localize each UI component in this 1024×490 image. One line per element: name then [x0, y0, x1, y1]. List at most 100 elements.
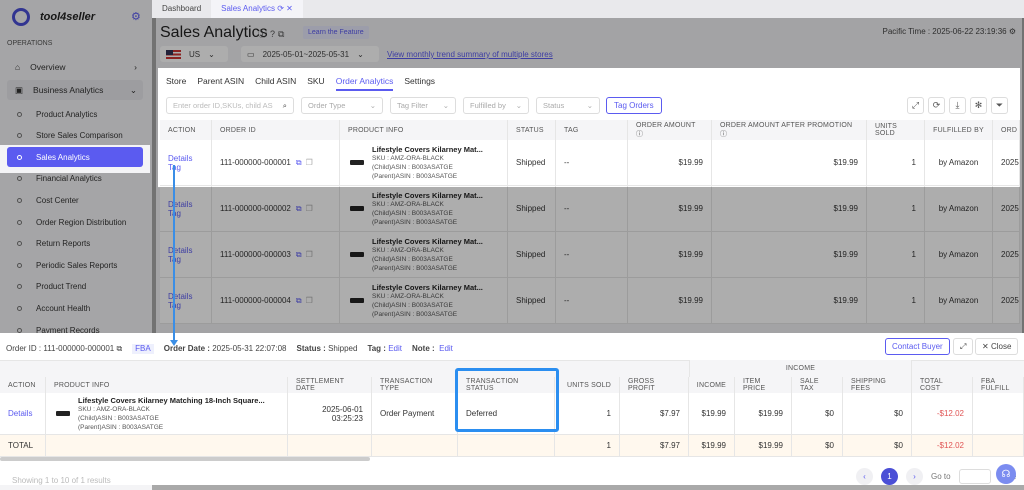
- cell-cost: -$12.02: [936, 409, 964, 418]
- subtab-parent-asin[interactable]: Parent ASIN: [197, 76, 244, 91]
- label: Tag :: [367, 344, 386, 353]
- order-id: 111-000000-000001: [220, 158, 291, 167]
- table-cell: $0: [843, 393, 912, 435]
- overlay: [1020, 68, 1024, 187]
- status: Shipped: [516, 158, 546, 167]
- cell-tax: $0: [825, 409, 834, 418]
- filter-icon[interactable]: ⏷: [991, 97, 1008, 114]
- chevron-down-icon: ⌄: [586, 101, 593, 110]
- order-date: 2025: [1001, 158, 1019, 167]
- external-link-icon[interactable]: ⧉: [296, 158, 302, 168]
- total-ship: $0: [894, 441, 903, 450]
- expand-icon[interactable]: ⤢: [907, 97, 924, 114]
- sidebar-item-sales-analytics[interactable]: Sales Analytics: [7, 147, 143, 168]
- total-gross: $7.97: [659, 441, 680, 450]
- product-title: Lifestyle Covers Kilarney Mat...: [372, 144, 483, 154]
- total-price: $19.99: [758, 441, 783, 450]
- settlement-time: 03:25:23: [331, 413, 363, 423]
- table-cell: by Amazon: [925, 140, 993, 186]
- status-select[interactable]: Status ⌄: [536, 97, 600, 114]
- column-header: ACTION: [160, 120, 212, 140]
- page-1[interactable]: 1: [881, 468, 898, 485]
- label: Status :: [296, 344, 326, 353]
- label: Sales Analytics: [36, 152, 90, 162]
- chevron-down-icon: ⌄: [369, 101, 376, 110]
- column-header: SETTLEMENT DATE: [288, 377, 372, 393]
- expand-icon[interactable]: ⤢: [953, 338, 974, 355]
- tag-filter-select[interactable]: Tag Filter ⌄: [390, 97, 456, 114]
- product-info: Lifestyle Covers Kilarney Matching 18-In…: [54, 396, 265, 432]
- column-header: SALE TAX: [792, 377, 843, 393]
- table-cell: 2025-06-01 03:25:23: [288, 393, 372, 435]
- copy-icon[interactable]: ❐: [306, 158, 313, 167]
- units-sold: 1: [911, 158, 916, 167]
- subtab-settings[interactable]: Settings: [404, 76, 435, 91]
- details-link[interactable]: Details: [8, 409, 32, 418]
- table-cell: $0: [843, 435, 912, 457]
- table-cell: DetailsTag: [160, 140, 212, 186]
- table-cell: $0: [792, 393, 843, 435]
- table-cell: [372, 435, 458, 457]
- prev-page-icon[interactable]: ‹: [856, 468, 873, 485]
- table-cell: [46, 435, 288, 457]
- value: 2025-05-31 22:07:08: [212, 344, 287, 353]
- next-page-icon[interactable]: ›: [906, 468, 923, 485]
- tag-orders-button[interactable]: Tag Orders: [606, 97, 662, 114]
- subtab-sku[interactable]: SKU: [307, 76, 324, 91]
- product-info: Lifestyle Covers Kilarney Mat... SKU : AM…: [348, 145, 483, 181]
- table-cell: [973, 393, 1024, 435]
- close-button[interactable]: ✕ Close: [975, 338, 1019, 355]
- refresh-icon[interactable]: ⟳: [277, 4, 284, 13]
- transaction-type: Order Payment: [380, 409, 435, 418]
- order-type-select[interactable]: Order Type ⌄: [301, 97, 383, 114]
- close-icon[interactable]: ✕: [286, 4, 293, 13]
- label: Status: [543, 101, 565, 110]
- column-header: ORDER ID: [212, 120, 340, 140]
- sku: SKU : AMZ-ORA-BLACK: [78, 405, 150, 413]
- chevron-down-icon: ⌄: [515, 101, 522, 110]
- download-icon[interactable]: ⤓: [949, 97, 966, 114]
- tag: --: [564, 158, 570, 167]
- table-cell: $19.99: [689, 393, 735, 435]
- close-icon: ✕: [982, 342, 989, 351]
- column-header: ORD: [993, 120, 1020, 140]
- table-cell: 1: [867, 140, 925, 186]
- subtab-child-asin[interactable]: Child ASIN: [255, 76, 296, 91]
- tab-dashboard[interactable]: Dashboard: [152, 0, 211, 18]
- goto-page-input[interactable]: [958, 469, 991, 484]
- chevron-down-icon: ⌄: [442, 101, 449, 110]
- tab-label: Sales Analytics: [221, 4, 275, 13]
- product-image: [348, 153, 366, 172]
- overlay: [152, 68, 158, 187]
- tab-sales-analytics[interactable]: Sales Analytics ⟳ ✕: [211, 0, 303, 18]
- annotation-arrow: [170, 165, 178, 346]
- column-header: FULFILLED BY: [925, 120, 993, 140]
- subtab-store[interactable]: Store: [166, 76, 186, 91]
- status: Status : Shipped: [297, 344, 358, 354]
- order-date: Order Date : 2025-05-31 22:07:08: [164, 344, 287, 354]
- column-header: STATUS: [508, 120, 556, 140]
- refresh-icon[interactable]: ⟳: [928, 97, 945, 114]
- fulfilled-by-select[interactable]: Fulfilled by ⌄: [463, 97, 529, 114]
- column-header: PRODUCT INFO: [46, 377, 288, 393]
- table-cell: -$12.02: [912, 393, 973, 435]
- contact-buyer-button[interactable]: Contact Buyer: [885, 338, 950, 355]
- horizontal-scrollbar[interactable]: [0, 457, 370, 461]
- support-chat-icon[interactable]: ☊: [996, 464, 1016, 484]
- product-thumbnail: [56, 411, 70, 416]
- table-cell: $7.97: [620, 393, 689, 435]
- table-cell: Shipped: [508, 140, 556, 186]
- product-title: Lifestyle Covers Kilarney Matching 18-In…: [78, 395, 265, 405]
- note-edit-link[interactable]: Edit: [439, 344, 453, 353]
- copy-icon[interactable]: ⧉: [116, 344, 122, 353]
- subtab-order-analytics[interactable]: Order Analytics: [335, 76, 394, 91]
- table-cell: $0: [792, 435, 843, 457]
- freeze-icon[interactable]: ✻: [970, 97, 987, 114]
- overlay: [0, 0, 152, 145]
- tag-edit-link[interactable]: Edit: [388, 344, 402, 353]
- total-cost: -$12.02: [936, 441, 964, 450]
- details-link[interactable]: Details: [168, 154, 192, 163]
- order-detail-header: Order ID : 111-000000-000001 ⧉ FBA Order…: [6, 344, 453, 354]
- search-placeholder: Enter order ID,SKUs, child AS: [173, 101, 273, 110]
- search-input[interactable]: Enter order ID,SKUs, child AS ⌕: [166, 97, 294, 114]
